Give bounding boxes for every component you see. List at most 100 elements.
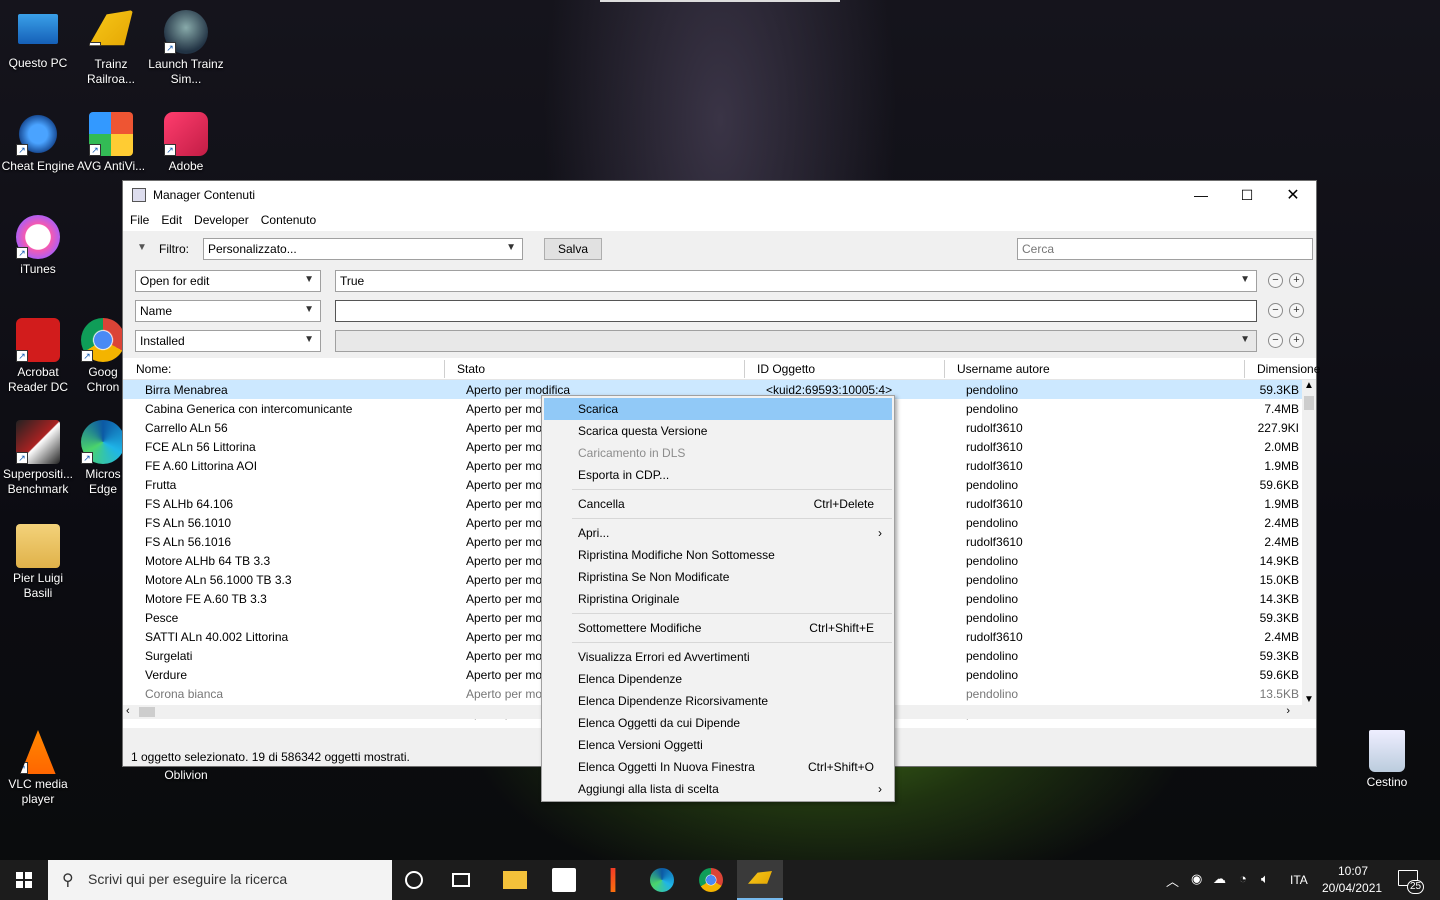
cell-author: rudolf3610 [966, 497, 1023, 511]
file-explorer-icon[interactable] [503, 871, 527, 889]
condition-text-input[interactable] [335, 300, 1257, 322]
close-button[interactable]: ✕ [1270, 181, 1316, 209]
context-menu-item[interactable]: Ripristina Originale [544, 588, 892, 610]
cell-name: FS ALHb 64.106 [145, 497, 234, 511]
column-header-id[interactable]: ID Oggetto [757, 362, 815, 376]
scroll-thumb[interactable] [1304, 396, 1314, 410]
wifi-icon[interactable]: ◔ [1239, 871, 1247, 886]
context-menu-item[interactable]: Sottomettere Modifiche Ctrl+Shift+E [544, 617, 892, 639]
condition-field-value: Open for edit [140, 274, 210, 288]
scroll-right-icon[interactable]: › [1286, 705, 1290, 717]
desktop-icon-questo-pc[interactable]: Questo PC [0, 10, 76, 71]
onedrive-icon[interactable]: ☁ [1213, 871, 1226, 887]
column-divider[interactable] [1244, 360, 1245, 378]
minimize-button[interactable]: — [1178, 181, 1224, 209]
shortcut-arrow-icon: ↗ [16, 247, 28, 259]
column-header-state[interactable]: Stato [457, 362, 485, 376]
language-indicator[interactable]: ITA [1290, 873, 1308, 887]
active-app-highlight[interactable] [737, 860, 783, 900]
menu-contenuto[interactable]: Contenuto [261, 213, 316, 227]
volume-icon[interactable]: 🔈︎ [1261, 871, 1269, 887]
recycle-bin-icon [1369, 730, 1405, 772]
context-menu-item[interactable]: Esporta in CDP... [544, 464, 892, 486]
notification-count-badge: 25 [1407, 880, 1425, 894]
context-menu-item[interactable]: Elenca Oggetti da cui Dipende [544, 712, 892, 734]
desktop-icon-avg[interactable]: ↗ AVG AntiVi... [73, 112, 149, 174]
filter-toggle-icon[interactable]: ▼ [137, 242, 147, 253]
menu-item-label: Caricamento in DLS [578, 446, 686, 460]
edge-taskbar-icon[interactable] [650, 868, 674, 892]
chrome-taskbar-icon[interactable] [699, 868, 723, 892]
vertical-scrollbar[interactable]: ▲ ▼ [1302, 380, 1316, 705]
column-divider[interactable] [444, 360, 445, 378]
trainz-icon: ↗ [89, 10, 133, 46]
desktop-icon-cheat-engine[interactable]: ↗ Cheat Engine [0, 112, 76, 174]
context-menu-item[interactable]: Cancella Ctrl+Delete [544, 493, 892, 515]
condition-field-value: Name [140, 304, 173, 318]
title-bar[interactable]: Manager Contenuti — ☐ ✕ [123, 181, 1316, 209]
condition-field-select[interactable]: Open for edit ▼ [135, 270, 321, 292]
column-divider[interactable] [944, 360, 945, 378]
context-menu-item[interactable]: Ripristina Se Non Modificate [544, 566, 892, 588]
clock-date[interactable]: 20/04/2021 [1322, 881, 1382, 895]
desktop-icon-trainz[interactable]: ↗ Trainz Railroa... [73, 10, 149, 87]
condition-value-select[interactable]: ▼ [335, 330, 1257, 352]
context-menu-item[interactable]: Ripristina Modifiche Non Sottomesse [544, 544, 892, 566]
menu-separator [572, 489, 892, 490]
task-view-icon[interactable] [452, 873, 470, 887]
desktop-icon-label: Launch Trainz Sim... [148, 57, 224, 86]
scroll-up-icon[interactable]: ▲ [1302, 380, 1316, 394]
add-condition-button[interactable]: + [1289, 333, 1304, 348]
remove-condition-button[interactable]: − [1268, 303, 1283, 318]
condition-field-select[interactable]: Installed ▼ [135, 330, 321, 352]
remove-condition-button[interactable]: − [1268, 273, 1283, 288]
cell-state: Aperto per mo [466, 592, 543, 606]
context-menu-item[interactable]: Aggiungi alla lista di scelta › [544, 778, 892, 800]
filter-preset-select[interactable]: Personalizzato... ▼ [203, 238, 523, 260]
desktop-icon-adobe[interactable]: ↗ Adobe [148, 112, 224, 174]
context-menu-item[interactable]: Elenca Dipendenze Ricorsivamente [544, 690, 892, 712]
desktop-icon-acrobat[interactable]: ↗ Acrobat Reader DC [0, 318, 76, 395]
add-condition-button[interactable]: + [1289, 303, 1304, 318]
menu-file[interactable]: File [130, 213, 149, 227]
meet-now-icon[interactable]: ◉ [1191, 871, 1202, 887]
context-menu-item[interactable]: Apri... › [544, 522, 892, 544]
save-filter-button[interactable]: Salva [544, 238, 602, 260]
context-menu-item[interactable]: Scarica questa Versione [544, 420, 892, 442]
condition-value-select[interactable]: True ▼ [335, 270, 1257, 292]
taskbar-search-box[interactable]: ⚲ Scrivi qui per eseguire la ricerca [48, 860, 392, 900]
context-menu-item[interactable]: Elenca Dipendenze [544, 668, 892, 690]
context-menu-item[interactable]: Elenca Oggetti In Nuova Finestra Ctrl+Shi… [544, 756, 892, 778]
search-input[interactable]: Cerca [1017, 238, 1313, 260]
clock-time[interactable]: 10:07 [1338, 864, 1368, 878]
notification-center-button[interactable]: 25 [1398, 870, 1425, 894]
desktop-icon-recycle-bin[interactable]: Cestino [1349, 730, 1425, 790]
store-icon[interactable] [552, 868, 576, 892]
scroll-down-icon[interactable]: ▼ [1302, 694, 1316, 705]
cortana-icon[interactable] [405, 871, 423, 889]
desktop-icon-superposition[interactable]: ↗ Superpositi... Benchmark [0, 420, 76, 497]
desktop-icon-user-folder[interactable]: Pier Luigi Basili [0, 524, 76, 601]
context-menu-item[interactable]: Visualizza Errori ed Avvertimenti [544, 646, 892, 668]
column-header-size[interactable]: Dimensione [1257, 362, 1320, 376]
desktop-icon-oblivion[interactable]: Oblivion [148, 768, 224, 783]
condition-field-select[interactable]: Name ▼ [135, 300, 321, 322]
menu-developer[interactable]: Developer [194, 213, 249, 227]
scroll-left-icon[interactable]: ‹ [126, 705, 130, 717]
desktop-icon-launch-trainz[interactable]: ↗ Launch Trainz Sim... [148, 10, 224, 87]
snipping-tool-icon[interactable] [610, 868, 616, 892]
remove-condition-button[interactable]: − [1268, 333, 1283, 348]
menu-edit[interactable]: Edit [161, 213, 182, 227]
maximize-button[interactable]: ☐ [1224, 181, 1270, 209]
context-menu-item[interactable]: Scarica [544, 398, 892, 420]
start-button[interactable] [0, 860, 48, 900]
desktop-icon-itunes[interactable]: ↗ iTunes [0, 215, 76, 277]
column-header-author[interactable]: Username autore [957, 362, 1050, 376]
column-divider[interactable] [744, 360, 745, 378]
scroll-thumb[interactable] [139, 707, 155, 717]
show-hidden-icons[interactable]: ︿ [1166, 871, 1179, 890]
add-condition-button[interactable]: + [1289, 273, 1304, 288]
context-menu-item[interactable]: Elenca Versioni Oggetti [544, 734, 892, 756]
column-header-name[interactable]: Nome: [136, 362, 171, 376]
desktop-icon-vlc[interactable]: ↗ VLC media player [0, 730, 76, 807]
